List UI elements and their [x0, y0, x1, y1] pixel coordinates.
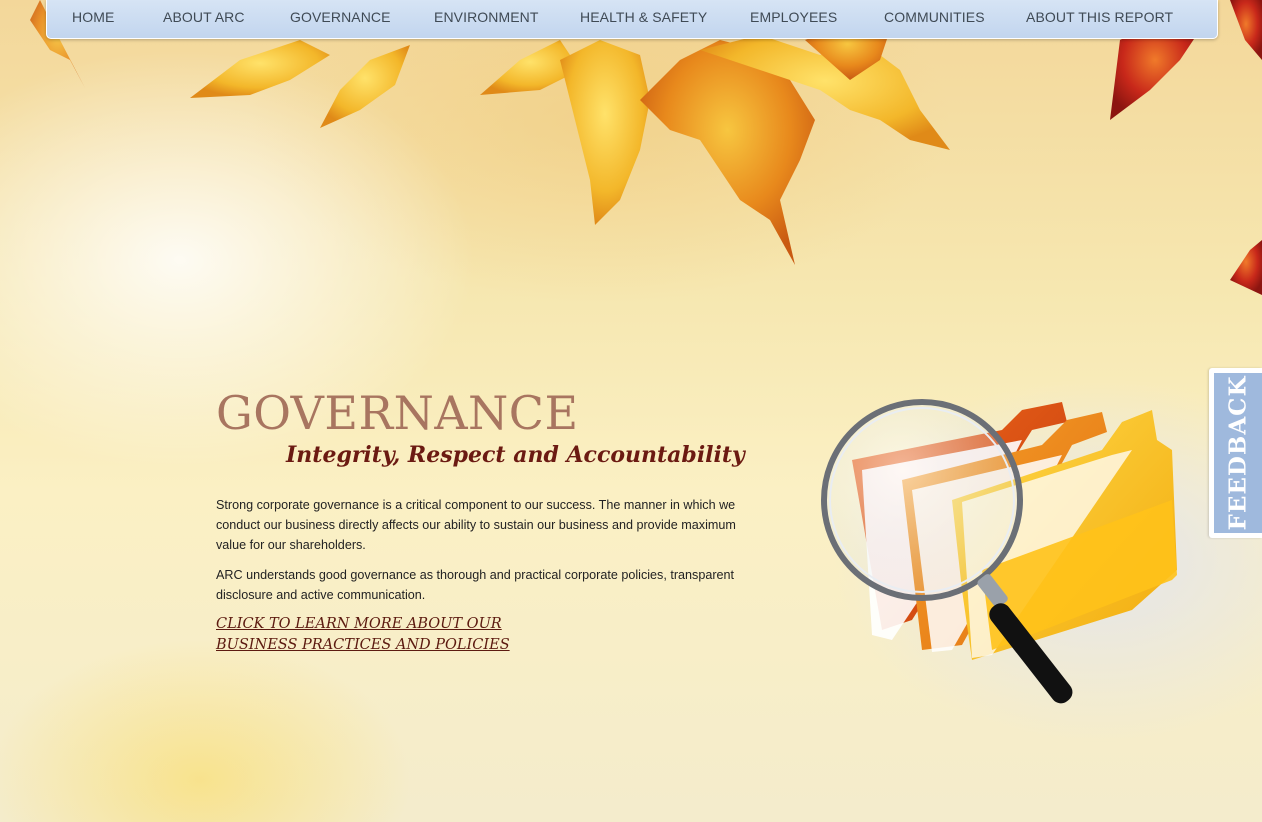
page-subtitle: Integrity, Respect and Accountability: [286, 442, 745, 468]
feedback-label: FEEDBACK: [1224, 375, 1252, 531]
top-navigation: HOME ABOUT ARC GOVERNANCE ENVIRONMENT HE…: [46, 0, 1218, 39]
governance-paragraph: ARC understands good governance as thoro…: [216, 568, 735, 602]
autumn-leaves-image: [30, 0, 1262, 295]
nav-employees[interactable]: EMPLOYEES: [750, 9, 837, 25]
learn-more-link-line1: CLICK TO LEARN MORE ABOUT OUR: [216, 616, 502, 632]
nav-home[interactable]: HOME: [72, 9, 114, 25]
page-title: GOVERNANCE: [216, 386, 579, 440]
folders-magnifier-image: [821, 399, 1177, 704]
nav-governance[interactable]: GOVERNANCE: [290, 9, 391, 25]
intro-paragraph: Strong corporate governance is a critica…: [216, 498, 736, 552]
feedback-tab-panel: FEEDBACK: [1214, 373, 1262, 533]
nav-about-this-report[interactable]: ABOUT THIS REPORT: [1026, 9, 1173, 25]
nav-environment[interactable]: ENVIRONMENT: [434, 9, 539, 25]
nav-communities[interactable]: COMMUNITIES: [884, 9, 985, 25]
feedback-tab[interactable]: FEEDBACK: [1209, 368, 1262, 538]
nav-about-arc[interactable]: ABOUT ARC: [163, 9, 245, 25]
learn-more-link[interactable]: CLICK TO LEARN MORE ABOUT OUR BUSINESS P…: [216, 614, 516, 656]
nav-health-safety[interactable]: HEALTH & SAFETY: [580, 9, 707, 25]
learn-more-link-line2: BUSINESS PRACTICES AND POLICIES: [216, 637, 510, 653]
